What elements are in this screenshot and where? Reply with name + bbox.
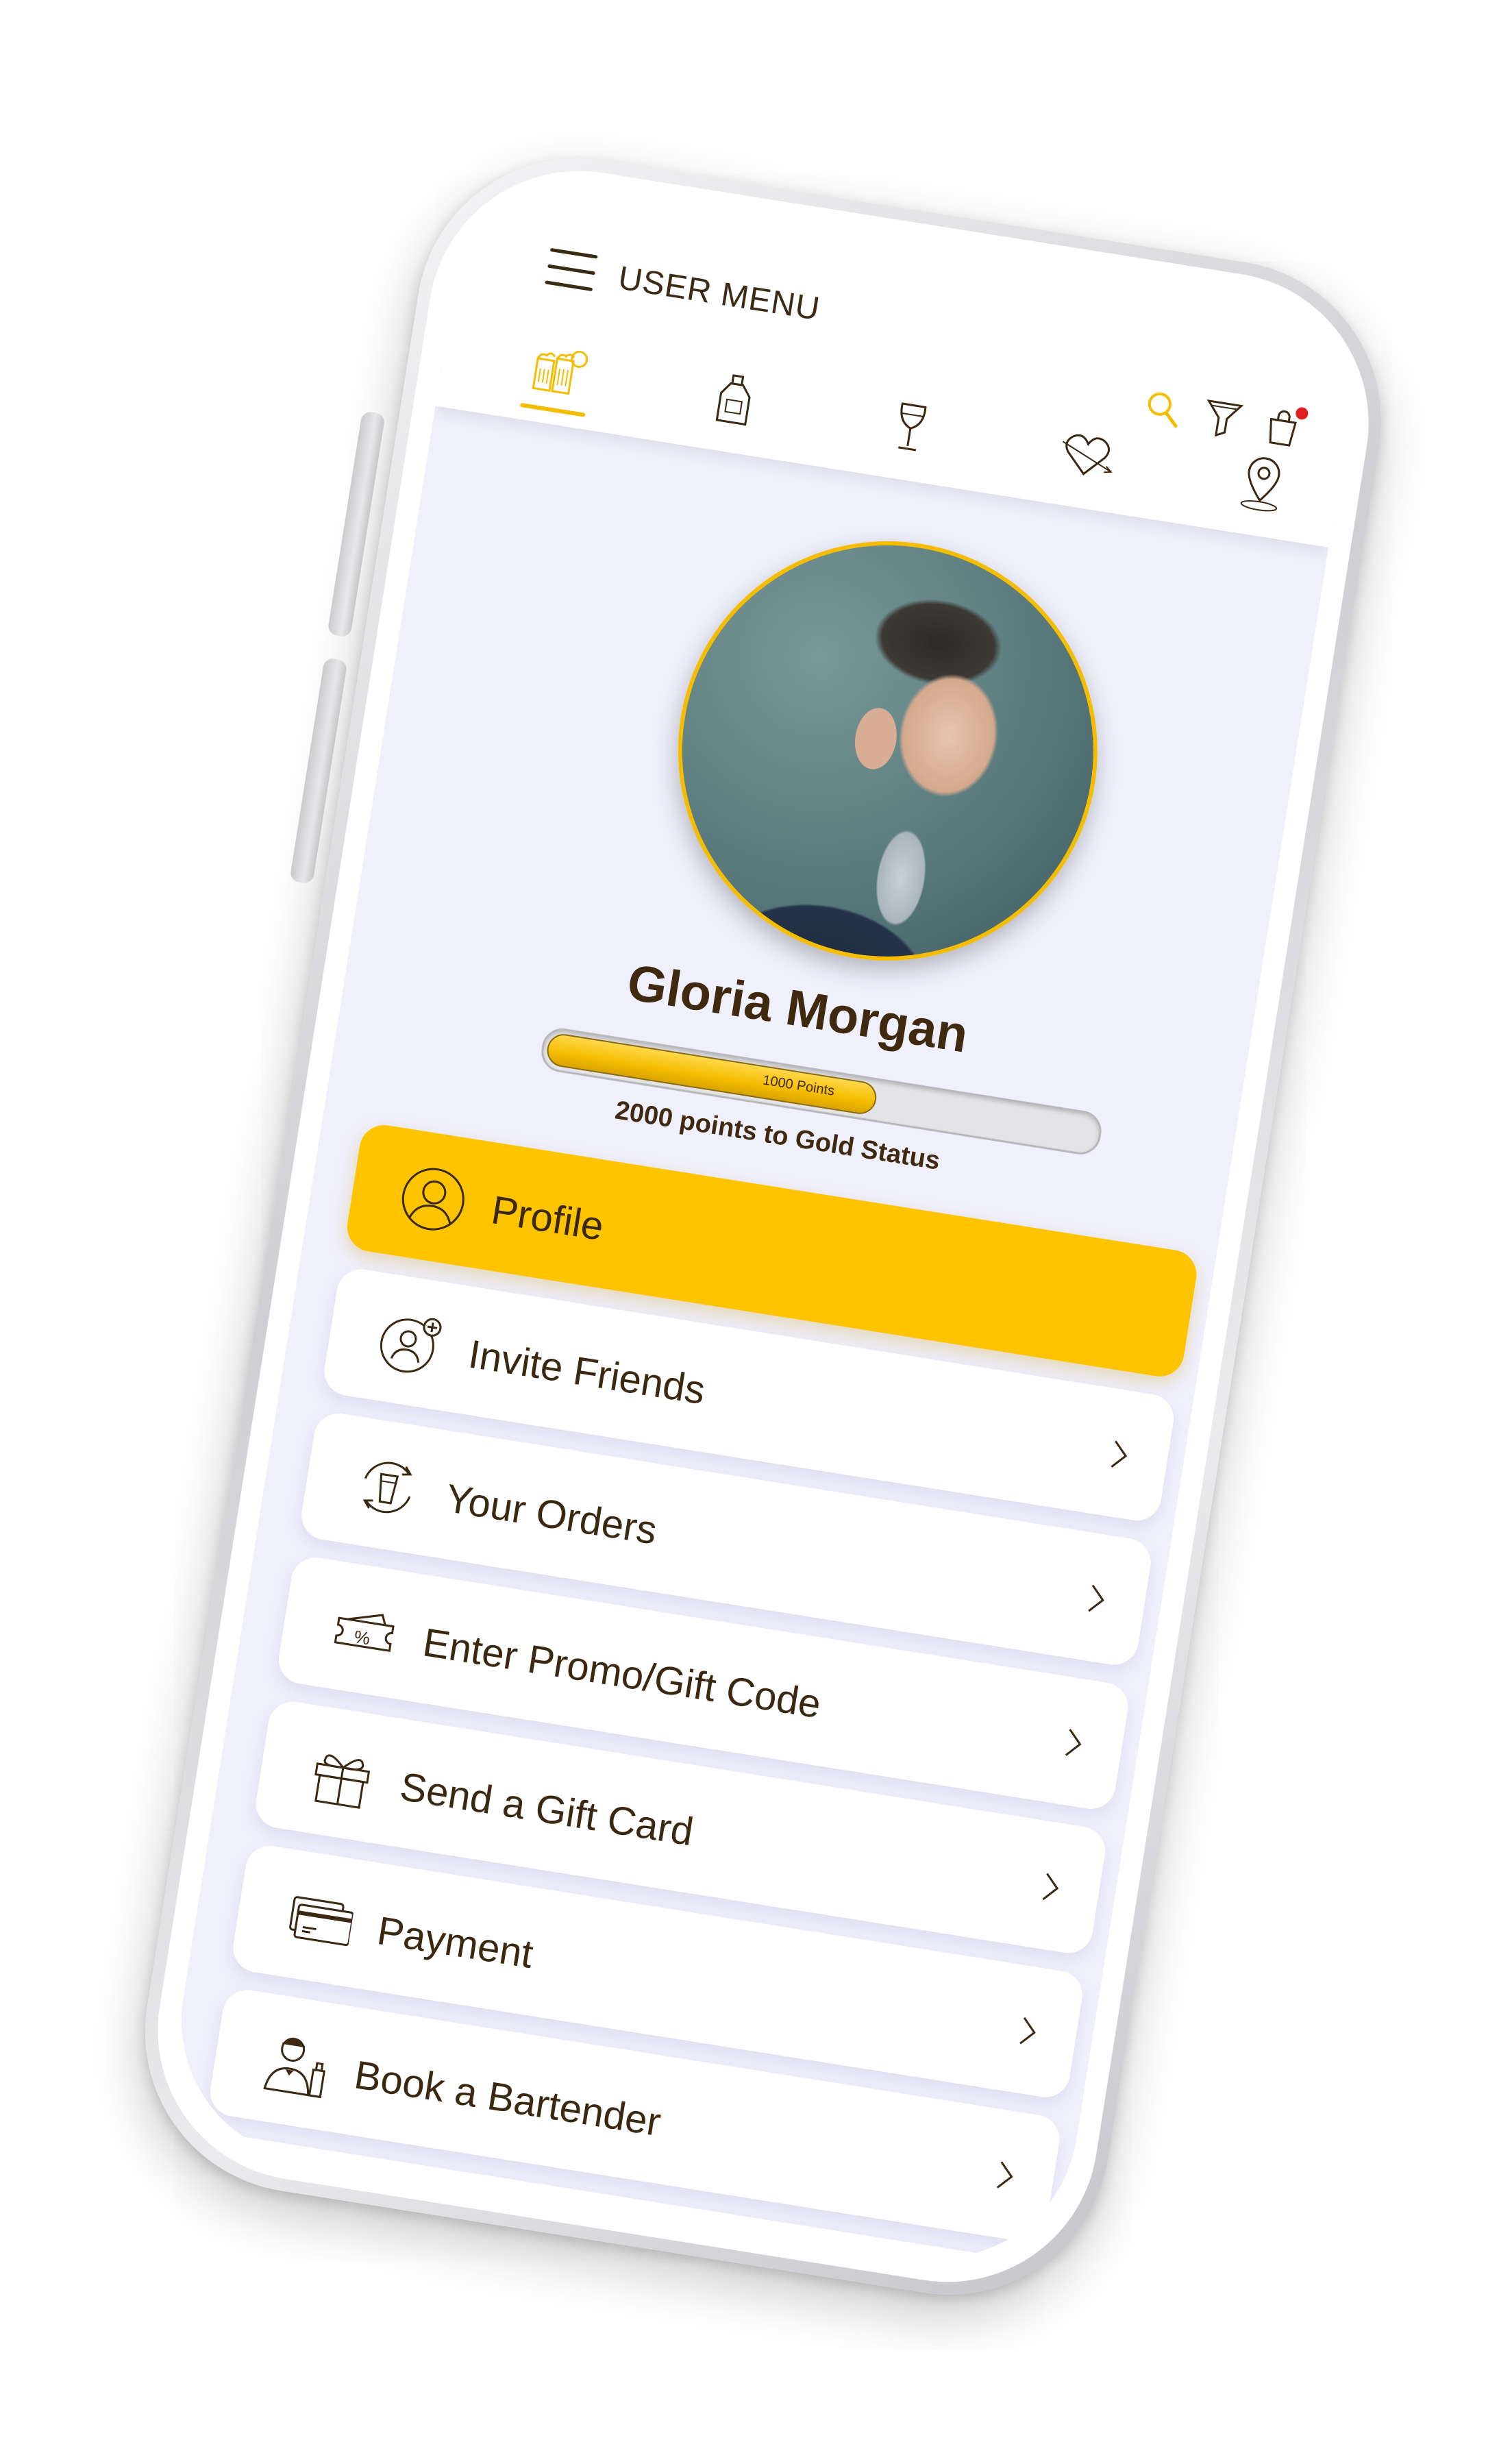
user-menu-list: Profile Invite Friends Your Orders % Ent… — [181, 1121, 1200, 2279]
cart-icon[interactable] — [1259, 404, 1309, 452]
menu-item-label: Enter Promo/Gift Code — [419, 1620, 824, 1727]
menu-item-label: Book a Bartender — [351, 2052, 665, 2145]
search-icon[interactable] — [1140, 385, 1187, 432]
chevron-right-icon — [1061, 1725, 1087, 1762]
chevron-right-icon — [993, 2157, 1018, 2194]
hamburger-menu-icon[interactable] — [545, 247, 598, 292]
support-24-icon: 24 — [236, 2171, 311, 2246]
filter-icon[interactable] — [1199, 395, 1246, 442]
bottle-icon[interactable] — [699, 365, 770, 435]
top-bar: USER MENU — [435, 174, 1365, 547]
menu-item-label: Profile — [488, 1187, 607, 1250]
beer-icon[interactable] — [523, 336, 594, 407]
app-screen: USER MENU Gloria Morgan 1000 Points 2000… — [161, 174, 1365, 2279]
heart-icon[interactable] — [1051, 420, 1121, 491]
menu-item-label: Send a Gift Card — [397, 1764, 697, 1855]
menu-item-label: Invite Friends — [465, 1331, 708, 1414]
menu-item-label: Your Orders — [443, 1475, 660, 1553]
menu-item-label: Payment — [374, 1908, 536, 1977]
orders-icon — [350, 1450, 425, 1525]
menu-title: USER MENU — [615, 260, 823, 328]
chevron-right-icon — [1015, 2013, 1041, 2050]
wine-glass-icon[interactable] — [876, 393, 946, 463]
user-icon — [395, 1161, 471, 1237]
avatar-photo-detail — [850, 704, 902, 773]
credit-card-icon — [282, 1882, 357, 1958]
promo-ticket-icon: % — [327, 1594, 402, 1669]
phone-bezel: USER MENU Gloria Morgan 1000 Points 2000… — [136, 149, 1391, 2304]
svg-text:24: 24 — [262, 2205, 278, 2221]
location-pin-icon[interactable] — [1227, 448, 1298, 519]
invite-friends-icon — [373, 1306, 448, 1381]
chevron-right-icon — [1039, 1869, 1064, 1906]
avatar[interactable] — [647, 510, 1128, 991]
menu-item-label: Support — [328, 2196, 473, 2263]
chevron-right-icon — [1107, 1436, 1132, 1473]
svg-text:%: % — [353, 1626, 372, 1649]
phone-frame: USER MENU Gloria Morgan 1000 Points 2000… — [122, 135, 1404, 2318]
chevron-right-icon — [1084, 1581, 1109, 1618]
gift-icon — [304, 1738, 380, 1814]
bartender-icon — [258, 2027, 334, 2102]
